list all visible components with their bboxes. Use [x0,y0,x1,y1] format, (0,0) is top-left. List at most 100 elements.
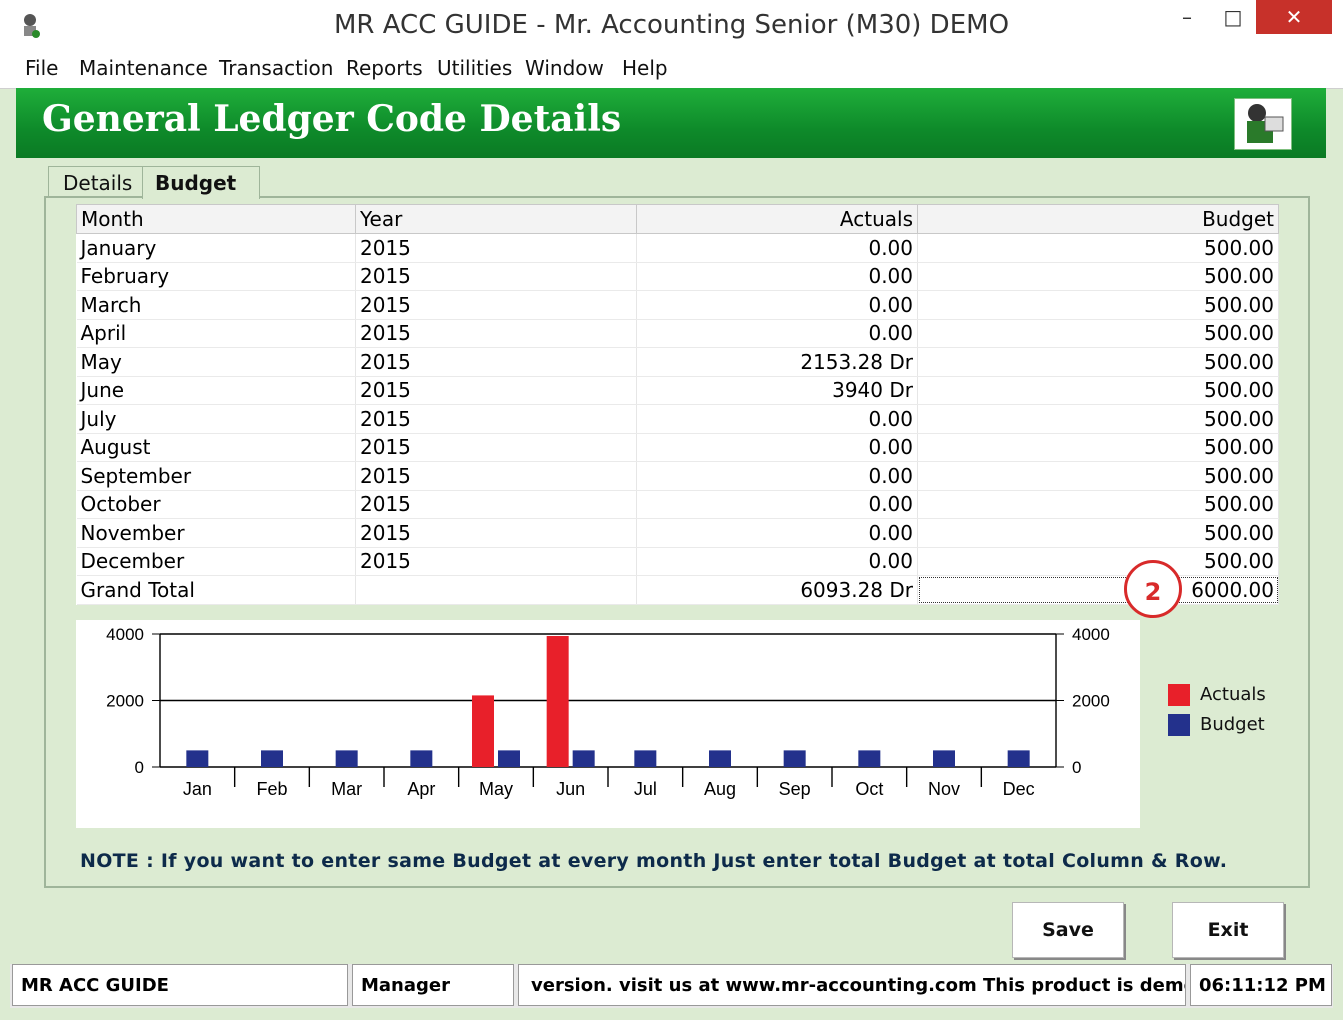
chart-canvas: 0 0 2000 2000 4000 4000 Jan Feb Mar Apr May Jun Jul A… [106,625,1110,799]
cell-month[interactable]: February [76,262,356,291]
bar-budget [858,750,881,767]
header-actuals[interactable]: Actuals [636,204,918,234]
cell-month[interactable]: June [76,376,356,405]
menu-maintenance[interactable]: Maintenance [79,56,208,80]
bar-budget [1007,750,1030,767]
y-tick-label-right: 2000 [1072,692,1110,711]
cell-month[interactable]: November [76,518,356,548]
table-row: September 2015 0.00 500.00 [76,461,1279,491]
budget-note: NOTE : If you want to enter same Budget … [80,850,1228,872]
tab-details[interactable]: Details [48,166,156,199]
cell-year[interactable]: 2015 [355,490,637,519]
header-budget[interactable]: Budget [917,204,1279,234]
cell-budget[interactable]: 500.00 [917,433,1279,462]
legend-budget-label: Budget [1200,714,1265,735]
legend-actuals-label: Actuals [1200,684,1266,705]
header-month[interactable]: Month [76,204,356,234]
legend-budget: Budget [1168,714,1265,736]
menu-transaction[interactable]: Transaction [219,56,333,80]
grid-header-row: Month Year Actuals Budget [76,204,1279,234]
cell-year[interactable]: 2015 [355,433,637,462]
cell-actuals[interactable]: 0.00 [636,233,918,263]
cell-year[interactable]: 2015 [355,262,637,291]
cell-month[interactable]: July [76,404,356,434]
step-callout-badge: 2 [1124,560,1182,618]
bar-budget [709,750,731,767]
status-user: Manager [352,964,514,1006]
status-app-name: MR ACC GUIDE [12,964,348,1006]
y-tick-label-right: 4000 [1072,625,1110,644]
total-budget-input[interactable]: 6000.00 [917,575,1279,605]
exit-button[interactable]: Exit [1172,902,1284,958]
cell-actuals[interactable]: 3940 Dr [636,376,918,405]
close-button[interactable]: ✕ [1256,0,1332,34]
y-tick-label-left: 0 [135,758,144,777]
save-button[interactable]: Save [1012,902,1124,958]
bar-budget [410,750,433,767]
menu-reports[interactable]: Reports [346,56,423,80]
cell-budget[interactable]: 500.00 [917,262,1279,291]
menu-help[interactable]: Help [622,56,668,80]
cell-month[interactable]: October [76,490,356,519]
cell-year[interactable]: 2015 [355,461,637,491]
table-row: December 2015 0.00 500.00 [76,547,1279,576]
cell-budget[interactable]: 500.00 [917,290,1279,320]
cell-month[interactable]: August [76,433,356,462]
x-tick-label: Jul [634,779,657,799]
cell-year[interactable]: 2015 [355,547,637,576]
cell-budget[interactable]: 500.00 [917,461,1279,491]
cell-budget[interactable]: 500.00 [917,319,1279,348]
cell-month[interactable]: September [76,461,356,491]
cell-actuals[interactable]: 0.00 [636,262,918,291]
cell-year[interactable]: 2015 [355,233,637,263]
bar-actuals [546,635,569,767]
cell-budget[interactable]: 500.00 [917,404,1279,434]
cell-month[interactable]: December [76,547,356,576]
bar-budget [933,750,955,767]
menu-window[interactable]: Window [525,56,604,80]
cell-month[interactable]: March [76,290,356,320]
title-bar: MR ACC GUIDE - Mr. Accounting Senior (M3… [0,0,1343,50]
cell-actuals[interactable]: 0.00 [636,433,918,462]
form-header: General Ledger Code Details [16,88,1326,158]
cell-actuals[interactable]: 0.00 [636,319,918,348]
cell-actuals[interactable]: 0.00 [636,518,918,548]
cell-actuals[interactable]: 0.00 [636,404,918,434]
minimize-button[interactable]: – [1164,0,1210,34]
budget-grid: Month Year Actuals Budget January 2015 0.0… [76,204,1279,605]
cell-year[interactable]: 2015 [355,376,637,405]
table-row: April 2015 0.00 500.00 [76,319,1279,348]
table-row: May 2015 2153.28 Dr 500.00 [76,347,1279,377]
x-tick-label: Nov [928,779,960,799]
header-year[interactable]: Year [355,204,637,234]
x-tick-label: Mar [331,779,362,799]
cell-month[interactable]: April [76,319,356,348]
cell-actuals[interactable]: 0.00 [636,461,918,491]
bar-budget [335,750,358,767]
cell-budget[interactable]: 500.00 [917,518,1279,548]
tab-budget[interactable]: Budget [142,166,260,199]
cell-budget[interactable]: 500.00 [917,376,1279,405]
accountant-logo-icon [1234,98,1292,150]
maximize-button[interactable]: □ [1210,0,1256,34]
cell-budget[interactable]: 500.00 [917,233,1279,263]
cell-year[interactable]: 2015 [355,518,637,548]
cell-actuals[interactable]: 0.00 [636,290,918,320]
cell-month[interactable]: May [76,347,356,377]
cell-actuals[interactable]: 0.00 [636,490,918,519]
bar-budget [498,750,520,767]
cell-year[interactable]: 2015 [355,347,637,377]
cell-month[interactable]: January [76,233,356,263]
cell-budget[interactable]: 500.00 [917,490,1279,519]
cell-year[interactable]: 2015 [355,404,637,434]
cell-budget[interactable]: 500.00 [917,547,1279,576]
cell-year[interactable]: 2015 [355,319,637,348]
cell-budget[interactable]: 500.00 [917,347,1279,377]
menu-utilities[interactable]: Utilities [437,56,512,80]
cell-actuals[interactable]: 2153.28 Dr [636,347,918,377]
cell-actuals[interactable]: 0.00 [636,547,918,576]
y-tick-label-right: 0 [1072,758,1081,777]
cell-year[interactable]: 2015 [355,290,637,320]
menu-file[interactable]: File [25,56,58,80]
x-tick-label: Aug [704,779,736,799]
